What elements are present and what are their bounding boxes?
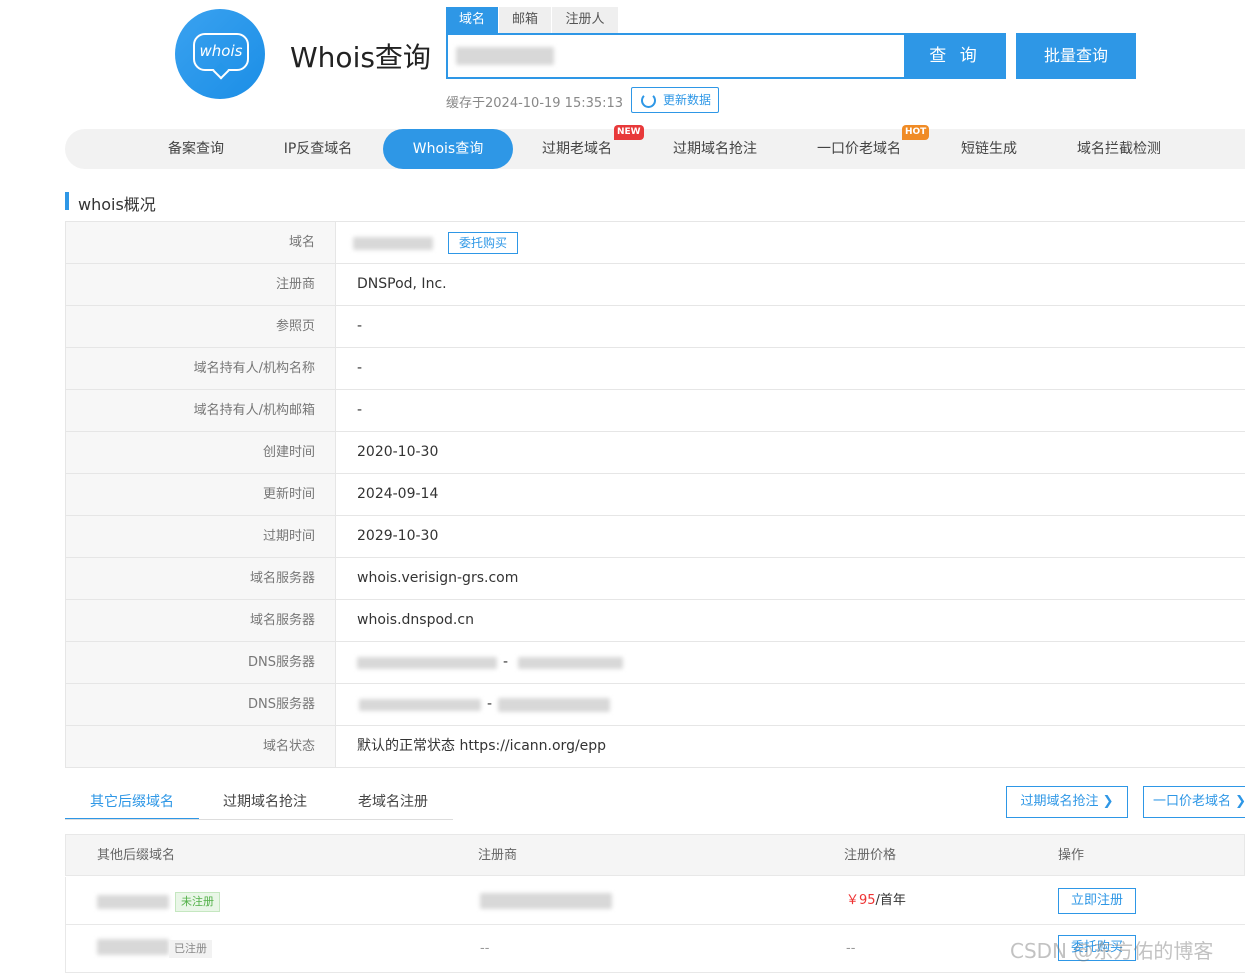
row-value: 2020-10-30 [357, 444, 439, 460]
status-badge: 未注册 [175, 892, 220, 912]
register-now-button[interactable]: 立即注册 [1058, 888, 1136, 914]
table-row: 未注册 ￥95/首年 立即注册 [65, 877, 1245, 925]
nav-item-expired-snatch[interactable]: 过期域名抢注 [660, 129, 770, 169]
redacted-value [518, 657, 623, 669]
update-data-label: 更新数据 [662, 93, 711, 107]
table-row: 域名持有人/机构邮箱 - [66, 390, 1245, 432]
nav-item-ip-reverse[interactable]: IP反查域名 [264, 129, 372, 169]
row-label: 创建时间 [66, 432, 336, 473]
row-label: 过期时间 [66, 516, 336, 557]
row-value: 默认的正常状态 https://icann.org/epp [357, 738, 607, 754]
redacted-domain [97, 939, 169, 955]
row-value: 2029-10-30 [357, 528, 439, 544]
column-header: 注册商 [478, 848, 518, 863]
row-value: - [487, 696, 493, 712]
registrar-cell: -- [480, 941, 490, 956]
hot-badge: HOT [902, 125, 930, 140]
row-label: 注册商 [66, 264, 336, 305]
row-label: 更新时间 [66, 474, 336, 515]
table-row: 更新时间 2024-09-14 [66, 474, 1245, 516]
table-row: DNS服务器 - [66, 642, 1245, 684]
entrust-buy-button[interactable]: 委托购买 [448, 232, 518, 254]
query-button[interactable]: 查 询 [904, 33, 1006, 79]
table-row: 域名 委托购买 [66, 222, 1245, 264]
redacted-domain [97, 895, 169, 909]
page-title: Whois查询 [290, 41, 431, 74]
row-label: DNS服务器 [66, 642, 336, 683]
fixed-price-button[interactable]: 一口价老域名 ❯ [1143, 786, 1245, 818]
search-tab-domain[interactable]: 域名 [446, 7, 498, 33]
watermark: CSDN @东方佑的博客 [1010, 939, 1214, 963]
row-value: - [357, 318, 363, 334]
redacted-domain [456, 47, 554, 65]
batch-query-button[interactable]: 批量查询 [1016, 33, 1136, 79]
refresh-icon [641, 93, 656, 108]
nav-item-expired-domains[interactable]: 过期老域名 [527, 129, 627, 169]
table-row: 域名持有人/机构名称 - [66, 348, 1245, 390]
redacted-value [353, 237, 433, 250]
row-value: - [357, 360, 363, 376]
table-row: 域名状态 默认的正常状态 https://icann.org/epp [66, 726, 1245, 768]
redacted-value [498, 698, 610, 712]
row-value: - [503, 654, 509, 670]
table-row: DNS服务器 - [66, 684, 1245, 726]
nav-item-icp[interactable]: 备案查询 [143, 129, 249, 169]
row-label: DNS服务器 [66, 684, 336, 725]
price-cell: ￥95/首年 [846, 877, 906, 925]
table-header: 其他后缀域名 注册商 注册价格 操作 [65, 834, 1245, 876]
table-row: 过期时间 2029-10-30 [66, 516, 1245, 558]
price-unit: /首年 [875, 893, 906, 908]
tab-underline [65, 819, 453, 820]
expired-snatch-button[interactable]: 过期域名抢注 ❯ [1006, 786, 1128, 818]
row-label: 域名 [66, 222, 336, 263]
tab-other-suffix[interactable]: 其它后缀域名 [65, 784, 199, 820]
row-value: whois.verisign-grs.com [357, 570, 519, 586]
whois-table: 域名 委托购买 注册商 DNSPod, Inc. 参照页 - 域名持有人/机构名… [65, 221, 1245, 768]
tab-expired-snatch[interactable]: 过期域名抢注 [200, 784, 330, 820]
row-label: 域名持有人/机构名称 [66, 348, 336, 389]
new-badge: NEW [614, 125, 644, 140]
row-value: - [357, 402, 363, 418]
price-cell: -- [846, 941, 856, 956]
table-row: 参照页 - [66, 306, 1245, 348]
column-header: 注册价格 [844, 848, 897, 863]
search-tab-email[interactable]: 邮箱 [499, 7, 551, 33]
status-badge: 已注册 [169, 940, 212, 958]
table-row: 注册商 DNSPod, Inc. [66, 264, 1245, 306]
column-header: 操作 [1058, 848, 1085, 863]
nav-item-fixed-price[interactable]: 一口价老域名 [803, 129, 915, 169]
row-value: DNSPod, Inc. [357, 276, 447, 292]
section-marker [65, 192, 69, 210]
nav-item-block-check[interactable]: 域名拦截检测 [1062, 129, 1176, 169]
column-header: 其他后缀域名 [97, 848, 176, 863]
search-box [446, 33, 904, 79]
nav-item-whois[interactable]: Whois查询 [383, 129, 513, 169]
tab-old-domain-register[interactable]: 老域名注册 [332, 784, 454, 820]
row-label: 域名服务器 [66, 558, 336, 599]
update-data-button[interactable]: 更新数据 [631, 87, 719, 113]
table-row: 创建时间 2020-10-30 [66, 432, 1245, 474]
redacted-value [357, 657, 497, 669]
redacted-value [359, 699, 481, 711]
row-label: 域名服务器 [66, 600, 336, 641]
row-value: whois.dnspod.cn [357, 612, 474, 628]
search-tab-registrant[interactable]: 注册人 [552, 7, 618, 33]
table-row: 域名服务器 whois.dnspod.cn [66, 600, 1245, 642]
section-title: whois概况 [78, 195, 156, 214]
price-value: ￥95 [846, 893, 876, 908]
row-label: 参照页 [66, 306, 336, 347]
row-value: 2024-09-14 [357, 486, 439, 502]
nav-item-short-link[interactable]: 短链生成 [946, 129, 1032, 169]
table-row: 域名服务器 whois.verisign-grs.com [66, 558, 1245, 600]
logo-text: whois [199, 42, 243, 60]
row-label: 域名状态 [66, 726, 336, 767]
cache-timestamp: 缓存于2024-10-19 15:35:13 [446, 96, 624, 111]
row-label: 域名持有人/机构邮箱 [66, 390, 336, 431]
redacted-registrar [480, 893, 612, 909]
